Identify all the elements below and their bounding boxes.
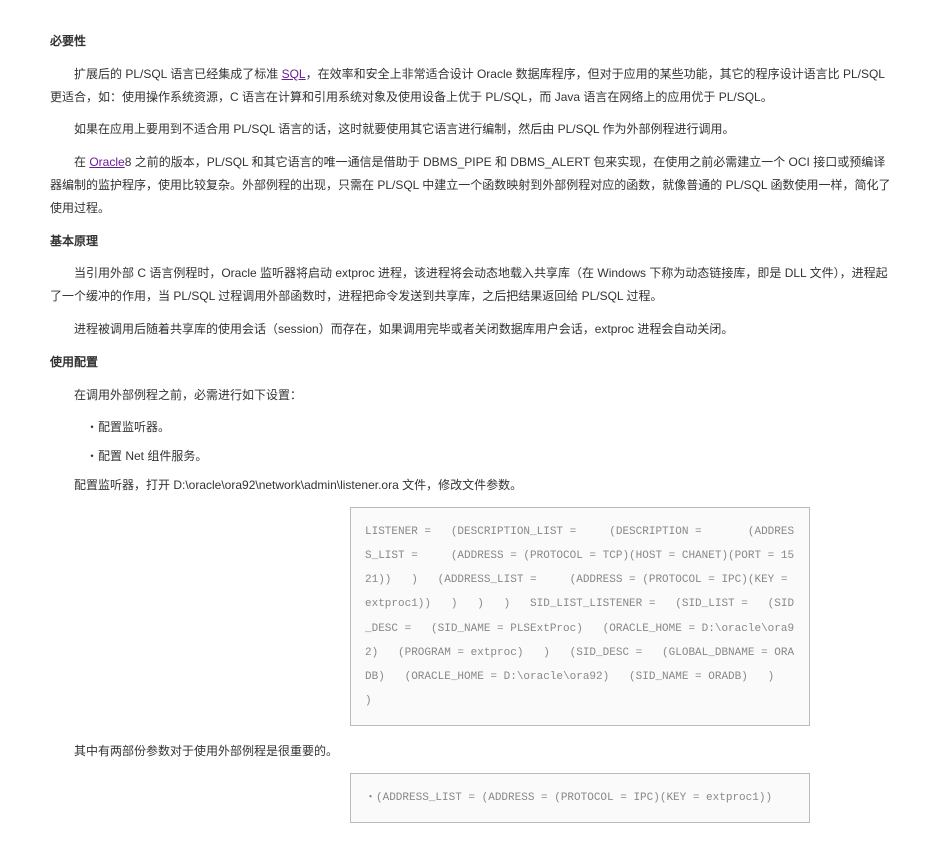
heading-config: 使用配置 — [50, 351, 895, 374]
text: 在 — [74, 155, 89, 169]
paragraph-7: 配置监听器，打开 D:\oracle\ora92\network\admin\l… — [50, 474, 895, 497]
paragraph-6: 在调用外部例程之前，必需进行如下设置： — [50, 384, 895, 407]
code-block-address: ・(ADDRESS_LIST = (ADDRESS = (PROTOCOL = … — [350, 773, 810, 823]
paragraph-3: 在 Oracle8 之前的版本，PL/SQL 和其它语言的唯一通信是借助于 DB… — [50, 151, 895, 219]
text: 扩展后的 PL/SQL 语言已经集成了标准 — [74, 67, 282, 81]
paragraph-5: 进程被调用后随着共享库的使用会话（session）而存在，如果调用完毕或者关闭数… — [50, 318, 895, 341]
heading-principle: 基本原理 — [50, 230, 895, 253]
bullet-listener: ・配置监听器。 — [50, 416, 895, 439]
paragraph-8: 其中有两部份参数对于使用外部例程是很重要的。 — [50, 740, 895, 763]
paragraph-4: 当引用外部 C 语言例程时，Oracle 监听器将启动 extproc 进程，该… — [50, 262, 895, 308]
bullet-net: ・配置 Net 组件服务。 — [50, 445, 895, 468]
paragraph-intro: 扩展后的 PL/SQL 语言已经集成了标准 SQL，在效率和安全上非常适合设计 … — [50, 63, 895, 109]
link-oracle[interactable]: Oracle — [89, 155, 124, 169]
heading-necessity: 必要性 — [50, 30, 895, 53]
text: 8 之前的版本，PL/SQL 和其它语言的唯一通信是借助于 DBMS_PIPE … — [50, 155, 891, 215]
code-block-listener: LISTENER = (DESCRIPTION_LIST = (DESCRIPT… — [350, 507, 810, 727]
link-sql[interactable]: SQL — [282, 67, 306, 81]
paragraph-2: 如果在应用上要用到不适合用 PL/SQL 语言的话，这时就要使用其它语言进行编制… — [50, 118, 895, 141]
